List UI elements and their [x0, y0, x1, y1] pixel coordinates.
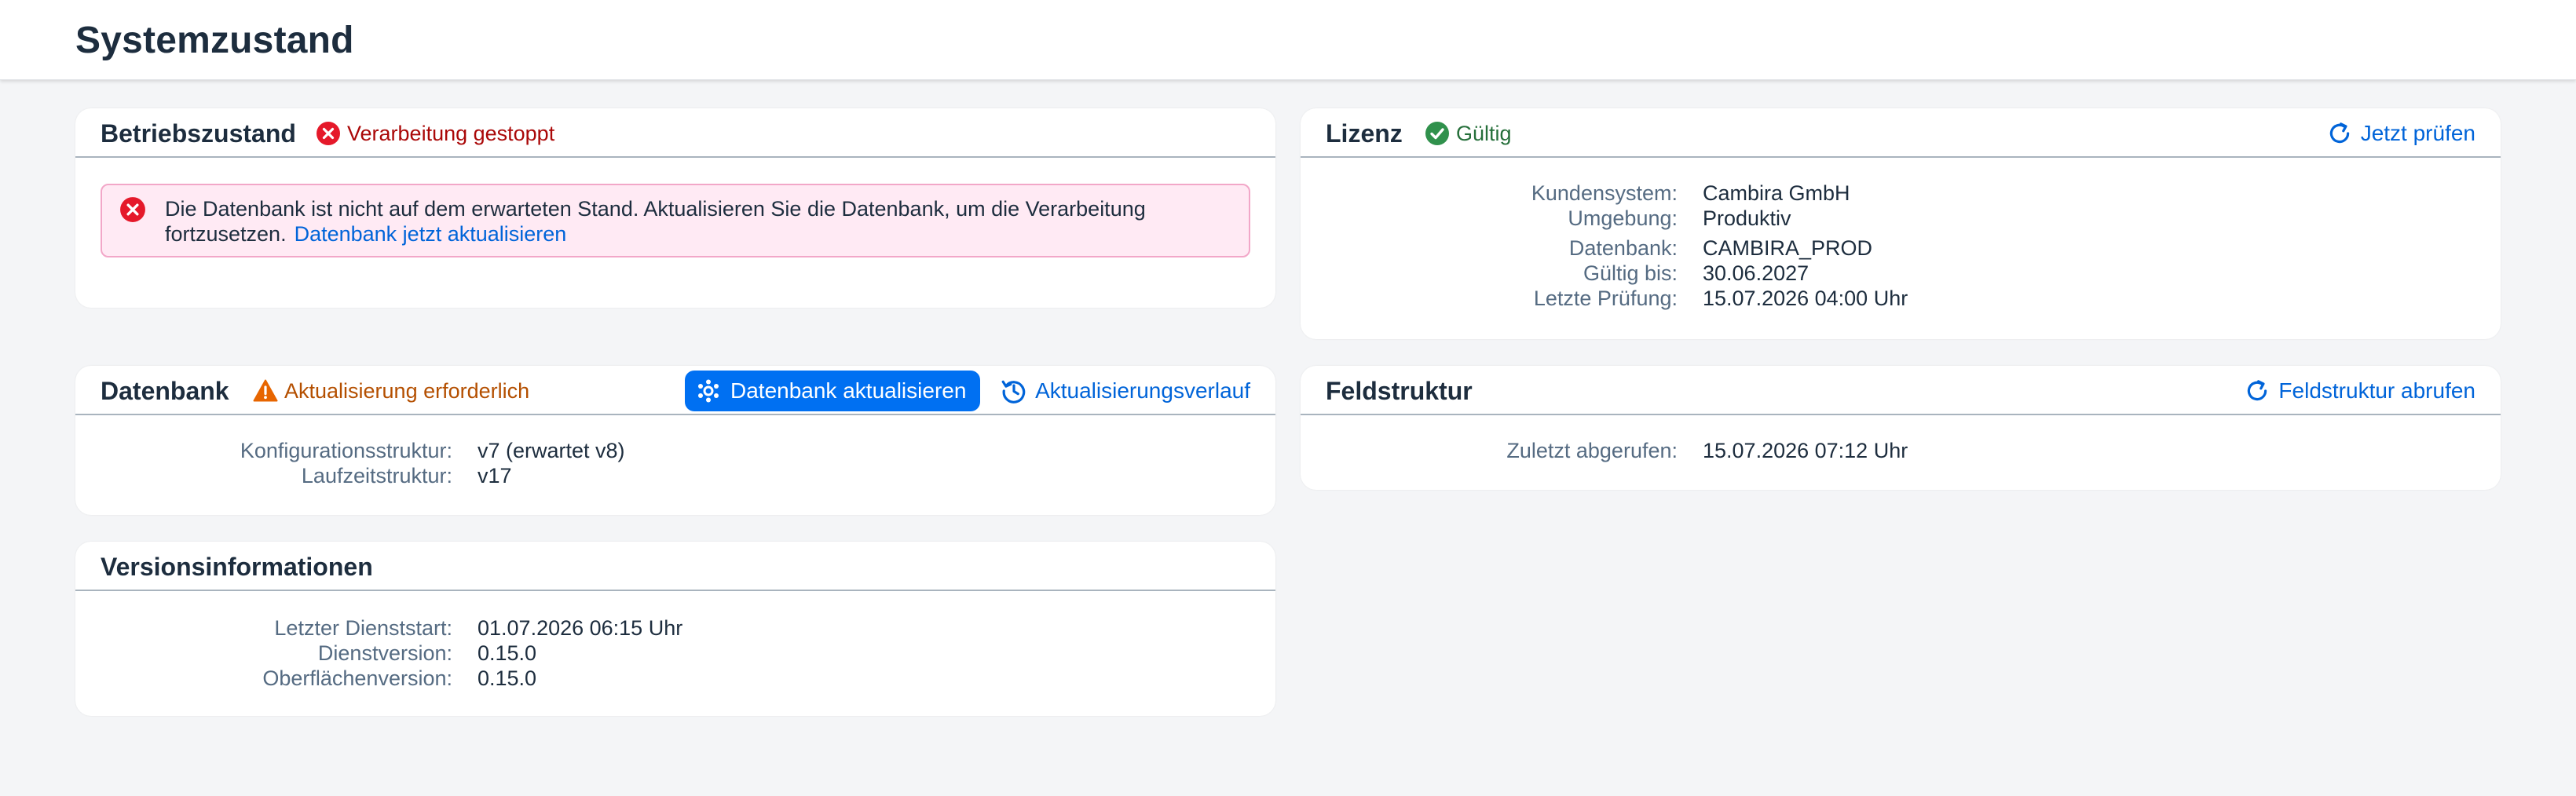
check-now-button[interactable]: Jetzt prüfen: [2326, 119, 2475, 148]
button-label: Feldstruktur abrufen: [2278, 378, 2475, 403]
form-row: Gültig bis: 30.06.2027: [1301, 261, 1908, 286]
status-text: Verarbeitung gestoppt: [347, 121, 555, 145]
form-row: Oberflächenversion: 0.15.0: [75, 666, 682, 691]
warning-icon: [253, 379, 278, 402]
error-icon: [317, 122, 340, 145]
field-label: Letzter Dienststart:: [274, 615, 452, 640]
form-row: Zuletzt abgerufen: 15.07.2026 07:12 Uhr: [1301, 438, 1908, 463]
error-message-strip: Die Datenbank ist nicht auf dem erwartet…: [101, 184, 1250, 257]
form-row: Umgebung: Produktiv: [1301, 206, 1908, 231]
field-value: Produktiv: [1703, 206, 1791, 230]
card-title: Lizenz: [1326, 119, 1403, 148]
form-row: Konfigurationsstruktur: v7 (erwartet v8): [75, 438, 625, 463]
card-title: Versionsinformationen: [101, 553, 373, 581]
form-row: Datenbank: CAMBIRA_PROD: [1301, 236, 1908, 261]
form-row: Kundensystem: Cambira GmbH: [1301, 181, 1908, 206]
field-value: v17: [478, 463, 512, 487]
page-title: Systemzustand: [75, 20, 354, 61]
error-icon: [120, 197, 145, 222]
license-card: Lizenz Gültig Jetzt prüfen Kundensystem:…: [1301, 108, 2501, 339]
field-label: Kundensystem:: [1531, 181, 1678, 205]
field-value: 15.07.2026 07:12 Uhr: [1703, 438, 1908, 462]
field-label: Oberflächenversion:: [262, 666, 452, 690]
status-badge: Aktualisierung erforderlich: [253, 378, 529, 403]
field-label: Zuletzt abgerufen:: [1506, 438, 1678, 462]
field-value: Cambira GmbH: [1703, 181, 1850, 205]
database-update-icon: [698, 379, 719, 403]
update-database-button[interactable]: Datenbank aktualisieren: [685, 371, 981, 411]
form-row: Letzter Dienststart: 01.07.2026 06:15 Uhr: [75, 615, 682, 641]
card-header: Feldstruktur Feldstruktur abrufen: [1301, 366, 2501, 415]
version-info-card: Versionsinformationen Letzter Dienststar…: [75, 542, 1275, 716]
field-value: 0.15.0: [478, 666, 537, 690]
field-value: 30.06.2027: [1703, 261, 1809, 285]
field-label: Laufzeitstruktur:: [301, 463, 452, 487]
card-title: Datenbank: [101, 377, 229, 405]
card-title: Betriebszustand: [101, 119, 296, 148]
button-label: Jetzt prüfen: [2360, 121, 2475, 145]
field-value: CAMBIRA_PROD: [1703, 236, 1873, 260]
field-label: Dienstversion:: [317, 641, 452, 665]
license-form: Kundensystem: Cambira GmbH Umgebung: Produ…: [1301, 181, 1908, 311]
check-circle-icon: [1425, 122, 1449, 145]
refresh-icon: [2248, 380, 2267, 401]
field-label: Datenbank:: [1568, 236, 1678, 260]
card-header: Betriebszustand Verarbeitung gestoppt: [75, 108, 1275, 158]
field-label: Gültig bis:: [1583, 261, 1678, 285]
update-history-button[interactable]: Aktualisierungsverlauf: [1001, 377, 1250, 405]
field-value: 15.07.2026 04:00 Uhr: [1703, 286, 1908, 310]
card-header: Lizenz Gültig Jetzt prüfen: [1301, 108, 2501, 158]
status-text: Aktualisierung erforderlich: [284, 378, 530, 403]
status-badge: Verarbeitung gestoppt: [316, 121, 554, 146]
button-label: Datenbank aktualisieren: [730, 378, 967, 403]
shell-header: Systemzustand: [0, 0, 2576, 80]
field-label: Umgebung:: [1568, 206, 1678, 230]
history-icon: [1001, 380, 1026, 403]
field-value: 01.07.2026 06:15 Uhr: [478, 615, 683, 640]
form-row: Laufzeitstruktur: v17: [75, 463, 625, 488]
field-structure-card: Feldstruktur Feldstruktur abrufen Zuletz…: [1301, 366, 2501, 490]
version-form: Letzter Dienststart: 01.07.2026 06:15 Uhr…: [75, 615, 682, 691]
field-label: Letzte Prüfung:: [1533, 286, 1678, 310]
field-value: 0.15.0: [478, 641, 537, 665]
card-header: Datenbank Aktualisierung erforderlich Da…: [75, 366, 1275, 415]
field-value: v7 (erwartet v8): [478, 438, 625, 462]
field-label: Konfigurationsstruktur:: [240, 438, 452, 462]
status-badge: Gültig: [1425, 121, 1512, 146]
database-card: Datenbank Aktualisierung erforderlich Da…: [75, 366, 1275, 515]
update-database-link[interactable]: Datenbank jetzt aktualisieren: [295, 222, 567, 246]
operation-status-card: Betriebszustand Verarbeitung gestoppt Di…: [75, 108, 1275, 308]
card-header: Versionsinformationen: [75, 542, 1275, 591]
form-row: Dienstversion: 0.15.0: [75, 641, 682, 666]
fetch-field-structure-button[interactable]: Feldstruktur abrufen: [2244, 377, 2475, 405]
refresh-icon: [2329, 122, 2349, 144]
card-title: Feldstruktur: [1326, 377, 1473, 405]
field-structure-form: Zuletzt abgerufen: 15.07.2026 07:12 Uhr: [1301, 438, 1908, 463]
message-text: Die Datenbank ist nicht auf dem erwartet…: [165, 196, 1225, 246]
button-label: Aktualisierungsverlauf: [1035, 378, 1250, 403]
database-form: Konfigurationsstruktur: v7 (erwartet v8) …: [75, 438, 625, 488]
status-text: Gültig: [1456, 121, 1512, 145]
form-row: Letzte Prüfung: 15.07.2026 04:00 Uhr: [1301, 286, 1908, 311]
